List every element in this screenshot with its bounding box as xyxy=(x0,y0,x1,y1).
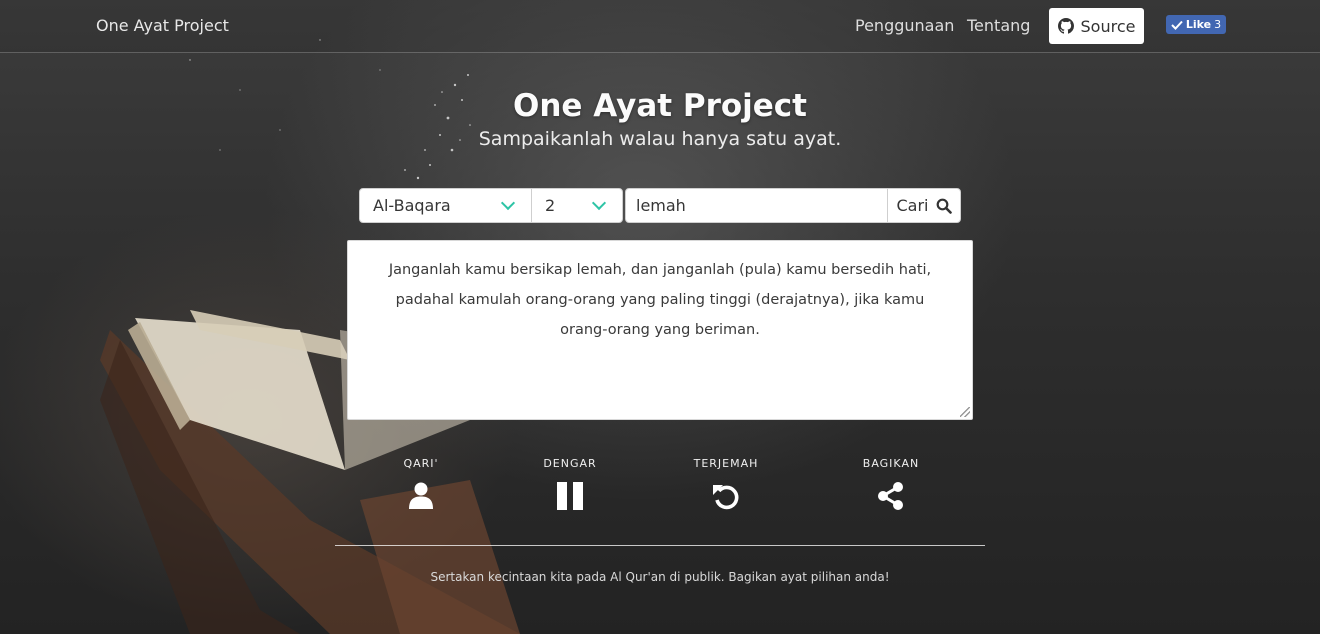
chevron-down-icon xyxy=(500,195,516,211)
pause-icon xyxy=(557,482,583,510)
search-button[interactable]: Cari xyxy=(887,188,961,223)
search-button-label: Cari xyxy=(896,196,929,215)
facebook-like-button[interactable]: Like 3 xyxy=(1166,15,1226,34)
share-icon xyxy=(878,482,903,510)
translation-text: Janganlah kamu bersikap lemah, dan janga… xyxy=(388,262,932,338)
ayat-select[interactable]: 2 xyxy=(531,188,623,223)
nav-link-penggunaan[interactable]: Penggunaan xyxy=(855,16,954,35)
footer-text: Sertakan kecintaan kita pada Al Qur'an d… xyxy=(430,570,890,584)
qari-label: QARI' xyxy=(403,457,439,470)
resize-grip-icon[interactable] xyxy=(960,407,970,417)
search-input[interactable] xyxy=(625,188,888,223)
search-icon xyxy=(936,198,952,214)
bagikan-label: BAGIKAN xyxy=(862,457,920,470)
page-subtitle: Sampaikanlah walau hanya satu ayat. xyxy=(478,128,842,150)
divider xyxy=(335,545,985,546)
github-icon xyxy=(1057,18,1074,34)
surah-select-value: Al-Baqara xyxy=(373,196,451,215)
refresh-icon xyxy=(713,485,739,510)
dengar-button[interactable]: DENGAR xyxy=(515,457,625,511)
page-title: One Ayat Project xyxy=(512,88,807,124)
chevron-down-icon xyxy=(591,195,607,211)
ayat-select-value: 2 xyxy=(545,196,556,215)
surah-select[interactable]: Al-Baqara xyxy=(359,188,532,223)
qari-button[interactable]: QARI' xyxy=(366,457,476,511)
bagikan-button[interactable]: BAGIKAN xyxy=(836,457,946,511)
like-label: Like xyxy=(1185,18,1212,31)
navbar: One Ayat Project Penggunaan Tentang Sour… xyxy=(0,0,1320,53)
dengar-label: DENGAR xyxy=(543,457,597,470)
source-button[interactable]: Source xyxy=(1049,8,1144,44)
brand-link[interactable]: One Ayat Project xyxy=(96,16,229,35)
terjemah-button[interactable]: TERJEMAH xyxy=(671,457,781,511)
user-icon xyxy=(409,482,433,509)
source-label: Source xyxy=(1080,16,1136,36)
translation-textarea[interactable]: Janganlah kamu bersikap lemah, dan janga… xyxy=(347,240,973,420)
terjemah-label: TERJEMAH xyxy=(693,457,759,470)
check-icon xyxy=(1171,20,1183,30)
like-count: 3 xyxy=(1214,18,1222,31)
nav-link-tentang[interactable]: Tentang xyxy=(967,16,1030,35)
